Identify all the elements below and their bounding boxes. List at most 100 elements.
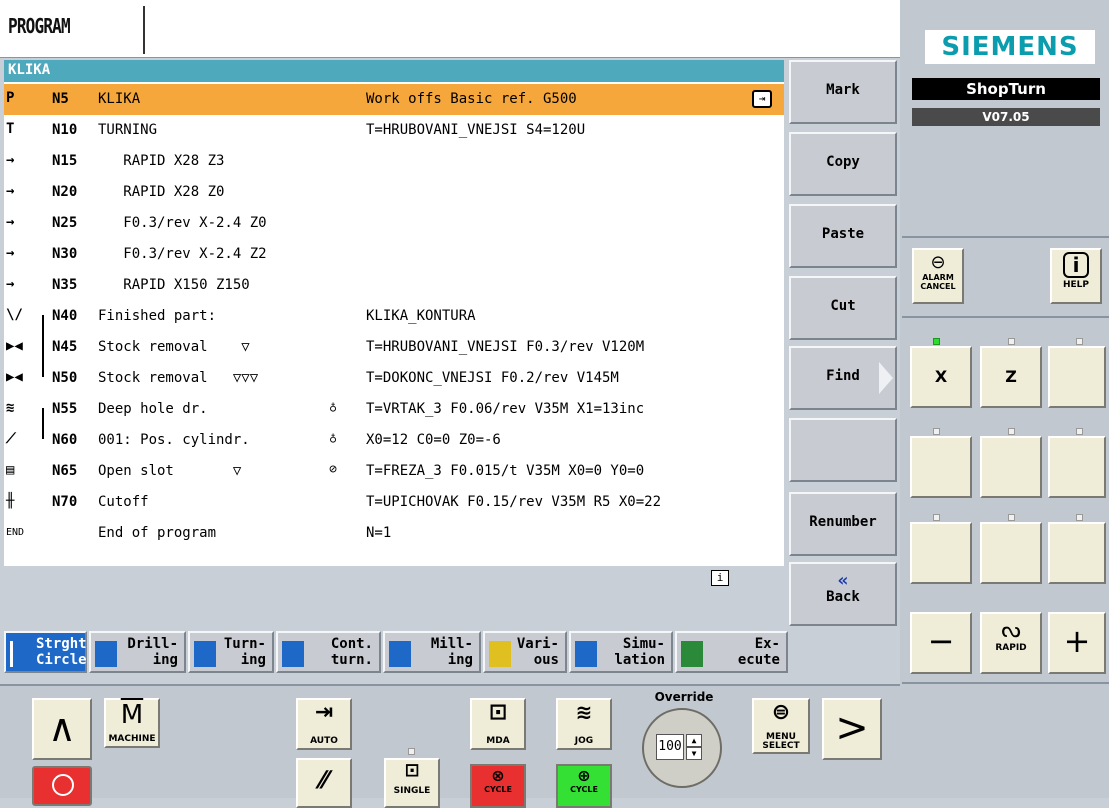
power-button[interactable] xyxy=(32,766,92,806)
shopturn-label: ShopTurn xyxy=(912,78,1100,100)
program-row[interactable]: P N5 KLIKA Work offs Basic ref. G500 ⇥ xyxy=(4,84,784,115)
info-icon[interactable]: i xyxy=(711,570,729,586)
program-row[interactable]: ╫ N70 Cutoff T=UPICHOVAK F0.15/rev V35M R5 … xyxy=(4,487,784,518)
minus-button[interactable]: − xyxy=(910,612,972,674)
program-row[interactable]: ⟋ N60 001: Pos. cylindr. ♁ X0=12 C0=0 Z0=-6 xyxy=(4,425,784,456)
various-button[interactable]: Vari-ous xyxy=(483,631,567,673)
softkey-label: Circle xyxy=(36,652,87,668)
reset-button[interactable]: ⁄⁄ xyxy=(296,758,352,808)
milling-button[interactable]: Mill-ing xyxy=(383,631,481,673)
row-tool-symbol: ♁ xyxy=(329,400,337,415)
program-row[interactable]: ▶◀ N45 Stock removal ▽ T=HRUBOVANI_VNEJSI F… xyxy=(4,332,784,363)
row-block-number: N70 xyxy=(52,494,78,510)
straight-circle-button[interactable]: Strght Circle xyxy=(4,631,87,673)
renumber-button[interactable]: Renumber xyxy=(789,492,897,556)
mda-button[interactable]: ⊡ MDA xyxy=(470,698,526,750)
empty-softkey[interactable] xyxy=(789,418,897,482)
program-row[interactable]: ≋ N55 Deep hole dr. ♁ T=VRTAK_3 F0.06/rev V3… xyxy=(4,394,784,425)
cut-button[interactable]: Cut xyxy=(789,276,897,340)
axis-empty-button-7[interactable] xyxy=(1048,522,1106,584)
program-row[interactable]: → N15 RAPID X28 Z3 xyxy=(4,146,784,177)
row-type-icon: ▤ xyxy=(6,462,15,478)
enter-arrow-icon[interactable]: ⇥ xyxy=(752,90,772,108)
row-parameters: Work offs Basic ref. G500 xyxy=(366,91,577,107)
menu-select-button[interactable]: ⊜ MENU SELECT xyxy=(752,698,810,754)
row-block-number: N25 xyxy=(52,215,78,231)
mda-icon: ⊡ xyxy=(488,700,508,725)
alarm-cancel-button[interactable]: ⊖ ALARM CANCEL xyxy=(912,248,964,304)
program-row[interactable]: END End of program N=1 xyxy=(4,518,784,549)
caret-up-icon: ∧ xyxy=(48,706,76,750)
row-type-icon: ≋ xyxy=(6,400,15,416)
axis-empty-button-1[interactable] xyxy=(1048,346,1106,408)
back-button[interactable]: « Back xyxy=(789,562,897,626)
find-button[interactable]: Find xyxy=(789,346,897,410)
find-arrow-icon xyxy=(879,362,893,394)
row-tool-symbol: ⊘ xyxy=(329,462,337,477)
softkey-label: ing xyxy=(240,652,266,668)
axis-x-button[interactable]: X xyxy=(910,346,972,408)
program-row[interactable]: → N20 RAPID X28 Z0 xyxy=(4,177,784,208)
axis-empty-button-4[interactable] xyxy=(1048,436,1106,498)
override-down-icon[interactable]: ▼ xyxy=(686,747,702,760)
cycle-stop-button[interactable]: ⊗ CYCLE xyxy=(470,764,526,808)
execute-button[interactable]: Ex-ecute xyxy=(675,631,788,673)
program-row[interactable]: ▶◀ N50 Stock removal ▽▽▽ T=DOKONC_VNEJSI F0… xyxy=(4,363,784,394)
row-type-icon: → xyxy=(6,183,15,199)
axis-empty-button-6[interactable] xyxy=(980,522,1042,584)
turning-button[interactable]: Turn-ing xyxy=(188,631,274,673)
auto-icon: ⇥ xyxy=(314,700,334,725)
row-description: Deep hole dr. xyxy=(98,401,208,417)
row-parameters: KLIKA_KONTURA xyxy=(366,308,476,324)
contour-turning-button[interactable]: Cont. turn. xyxy=(276,631,381,673)
copy-button[interactable]: Copy xyxy=(789,132,897,196)
jog-button[interactable]: ≋ JOG xyxy=(556,698,612,750)
axis-empty-button-3[interactable] xyxy=(980,436,1042,498)
row-block-number: N35 xyxy=(52,277,78,293)
override-up-icon[interactable]: ▲ xyxy=(686,734,702,747)
menu-select-icon: ⊜ xyxy=(771,700,791,725)
softkey-label: Mill- xyxy=(430,636,473,652)
up-arrow-button[interactable]: ∧ xyxy=(32,698,92,760)
plus-button[interactable]: + xyxy=(1048,612,1106,674)
block-bracket-line xyxy=(42,315,52,377)
led-7 xyxy=(933,514,940,521)
simulation-button[interactable]: Simu-lation xyxy=(569,631,673,673)
cycle-start-icon: ⊕ xyxy=(577,766,591,785)
program-row[interactable]: ▤ N65 Open slot ▽ ⊘ T=FREZA_3 F0.015/t V35M … xyxy=(4,456,784,487)
program-row[interactable]: → N35 RAPID X150 Z150 xyxy=(4,270,784,301)
program-row[interactable]: \/ N40 Finished part: KLIKA_KONTURA xyxy=(4,301,784,332)
row-block-number: N55 xyxy=(52,401,78,417)
row-type-icon: \/ xyxy=(6,307,23,323)
execute-icon xyxy=(681,641,703,667)
next-arrow-button[interactable]: > xyxy=(822,698,882,760)
cycle-start-button[interactable]: ⊕ CYCLE xyxy=(556,764,612,808)
led-8 xyxy=(1008,514,1015,521)
row-parameters: X0=12 C0=0 Z0=-6 xyxy=(366,432,501,448)
auto-button[interactable]: ⇥ AUTO xyxy=(296,698,352,750)
alarm-cancel-icon: ⊖ xyxy=(930,252,946,273)
axis-z-button[interactable]: Z xyxy=(980,346,1042,408)
machine-button[interactable]: M MACHINE xyxy=(104,698,160,748)
axis-empty-button-2[interactable] xyxy=(910,436,972,498)
rapid-button[interactable]: ᔓ RAPID xyxy=(980,612,1042,674)
program-row[interactable]: → N25 F0.3/rev X-2.4 Z0 xyxy=(4,208,784,239)
help-button[interactable]: i HELP xyxy=(1050,248,1102,304)
row-type-icon: ⟋ xyxy=(6,431,16,447)
override-knob[interactable]: 100 ▲ ▼ xyxy=(642,708,722,788)
drilling-button[interactable]: Drill-ing xyxy=(89,631,186,673)
milling-icon xyxy=(389,641,411,667)
siemens-logo: SIEMENS xyxy=(925,30,1095,64)
program-row[interactable]: → N30 F0.3/rev X-2.4 Z2 xyxy=(4,239,784,270)
program-list[interactable]: P N5 KLIKA Work offs Basic ref. G500 ⇥ T N10 TU… xyxy=(4,82,784,566)
machine-icon: M xyxy=(120,700,144,730)
softkey-label: Drill- xyxy=(127,636,178,652)
mark-button[interactable]: Mark xyxy=(789,60,897,124)
program-row[interactable]: T N10 TURNING T=HRUBOVANI_VNEJSI S4=120U xyxy=(4,115,784,146)
paste-button[interactable]: Paste xyxy=(789,204,897,268)
axis-empty-button-5[interactable] xyxy=(910,522,972,584)
single-block-button[interactable]: ⊡ SINGLE xyxy=(384,758,440,808)
reset-icon: ⁄⁄ xyxy=(319,766,328,794)
row-description: Open slot ▽ xyxy=(98,463,242,479)
row-type-icon: T xyxy=(6,121,15,137)
